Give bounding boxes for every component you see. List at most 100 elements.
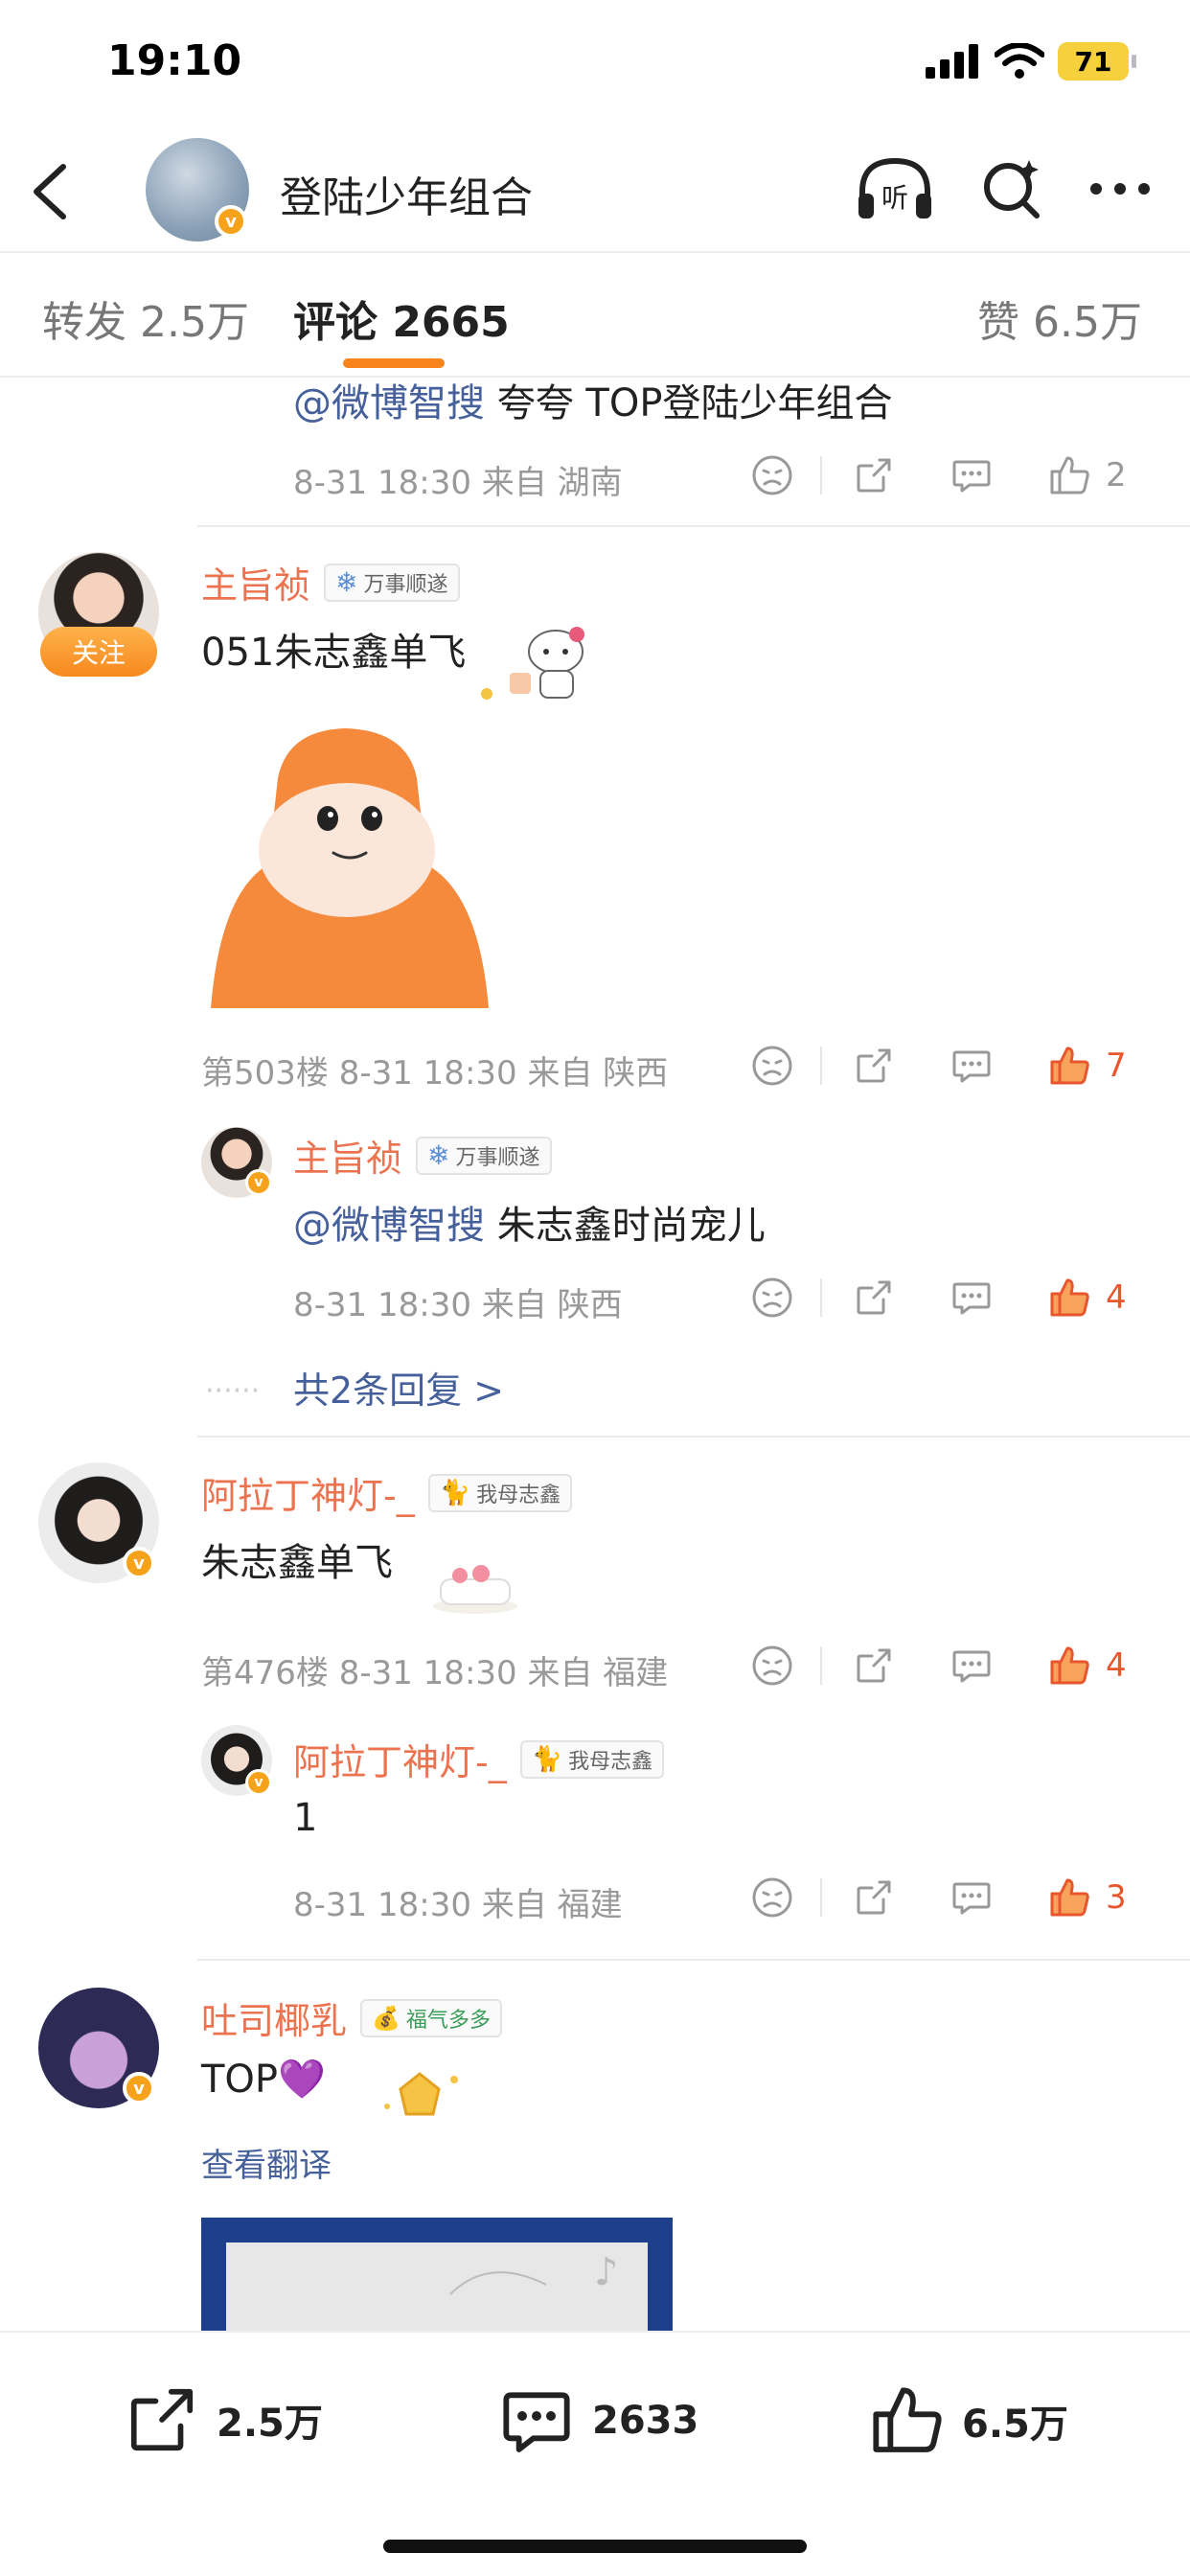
hello-kitty-sticker-icon <box>481 627 584 700</box>
comment-meta: 第503楼 8-31 18:30 来自 陕西 <box>201 1054 669 1092</box>
smart-search-icon[interactable] <box>981 158 1042 219</box>
fan-badge[interactable]: 💰 福气多多 <box>360 1998 502 2037</box>
verified-badge-icon: v <box>245 1169 272 1196</box>
commenter-name[interactable]: 阿拉丁神灯-_ <box>201 1466 415 1519</box>
comment-actions: 4 <box>749 1643 1127 1689</box>
verified-badge-icon: v <box>245 1769 272 1796</box>
comment-icon[interactable] <box>949 1043 995 1089</box>
repost-count: 2.5万 <box>217 2402 323 2446</box>
comment-icon <box>503 2392 570 2452</box>
reply-text: @微博智搜 朱志鑫时尚宠儿 <box>293 1194 766 1250</box>
view-translation-link[interactable]: 查看翻译 <box>201 2139 332 2186</box>
comment-button[interactable]: 2633 <box>498 2382 698 2459</box>
comment-header: 阿拉丁神灯-_ 🐈 我母志鑫 <box>201 1466 573 1519</box>
commenter-name[interactable]: 吐司椰乳 <box>201 1991 347 2044</box>
nav-bar: v 登陆少年组合 听 <box>0 134 1190 249</box>
comment-image[interactable]: ♪ <box>201 2218 673 2333</box>
active-tab-indicator <box>343 358 445 368</box>
snowflake-icon: ❄ <box>335 566 358 598</box>
commenter-name[interactable]: 主旨祯 <box>201 556 310 609</box>
comment-divider <box>197 1959 1190 1961</box>
wifi-icon <box>995 43 1044 79</box>
reply-body: 夸夸 TOP登陆少年组合 <box>485 381 893 426</box>
repost-button[interactable]: 2.5万 <box>125 2382 323 2457</box>
share-icon[interactable] <box>851 1643 897 1689</box>
status-time: 19:10 <box>107 36 242 85</box>
dislike-face-icon[interactable] <box>749 1643 795 1689</box>
fan-badge[interactable]: ❄ 万事顺遂 <box>324 563 460 602</box>
comment-divider <box>197 525 1190 527</box>
verified-badge-icon: v <box>123 1547 155 1579</box>
action-separator <box>820 1878 822 1917</box>
reply-actions: 2 <box>749 452 1127 498</box>
share-icon[interactable] <box>851 1275 897 1321</box>
dislike-face-icon[interactable] <box>749 1275 795 1321</box>
mention-link[interactable]: @微博智搜 <box>293 1204 485 1248</box>
back-arrow-icon[interactable] <box>29 161 71 222</box>
cellular-signal-icon <box>926 44 978 79</box>
comment-actions: 7 <box>749 1043 1127 1089</box>
comment-icon[interactable] <box>949 1643 995 1689</box>
liked-thumb-icon[interactable] <box>1046 1043 1092 1089</box>
reply-meta: 8-31 18:30 来自 湖南 <box>293 464 623 502</box>
reply-actions: 4 <box>749 1275 1127 1321</box>
like-count: 4 <box>1106 1278 1127 1317</box>
replier-name[interactable]: 主旨祯 <box>293 1129 402 1182</box>
dislike-face-icon[interactable] <box>749 1043 795 1089</box>
battery-indicator: 71 <box>1058 42 1136 80</box>
tab-likes[interactable]: 赞 6.5万 <box>977 288 1142 349</box>
fan-badge-label: 我母志鑫 <box>568 1749 653 1774</box>
dislike-face-icon[interactable] <box>749 1874 795 1920</box>
share-icon[interactable] <box>851 1043 897 1089</box>
account-title[interactable]: 登陆少年组合 <box>280 163 533 224</box>
liked-thumb-icon[interactable] <box>1046 1275 1092 1321</box>
share-icon[interactable] <box>851 1874 897 1920</box>
money-bag-icon: 💰 <box>372 2004 400 2032</box>
cat-icon: 🐈 <box>439 1478 471 1507</box>
share-icon[interactable] <box>851 452 897 498</box>
mention-link[interactable]: @微博智搜 <box>293 381 485 426</box>
listen-headphones-icon[interactable]: 听 <box>855 155 935 222</box>
like-count: 2 <box>1106 456 1127 494</box>
home-indicator <box>383 2540 807 2553</box>
sparkle-crown-sticker-icon <box>384 2072 458 2116</box>
comment-icon[interactable] <box>949 452 995 498</box>
view-more-replies-link[interactable]: 共2条回复 > <box>293 1361 504 1414</box>
svg-text:♪: ♪ <box>594 2250 619 2294</box>
reply-meta: 8-31 18:30 来自 福建 <box>293 1886 623 1924</box>
reply-text: @微博智搜 夸夸 TOP登陆少年组合 <box>293 372 892 427</box>
liked-thumb-icon[interactable] <box>1046 1874 1092 1920</box>
comment-text: 051朱志鑫单飞 <box>201 631 467 675</box>
tab-bar: 转发 2.5万 评论 2665 赞 6.5万 <box>0 251 1190 376</box>
like-count: 6.5万 <box>962 2403 1068 2447</box>
like-thumb-icon[interactable] <box>1046 452 1092 498</box>
comment-icon[interactable] <box>949 1275 995 1321</box>
replier-name[interactable]: 阿拉丁神灯-_ <box>293 1733 507 1785</box>
reply-header: 阿拉丁神灯-_ 🐈 我母志鑫 <box>293 1733 665 1785</box>
fan-badge[interactable]: 🐈 我母志鑫 <box>427 1473 573 1512</box>
comment-text: 朱志鑫单飞 <box>201 1541 393 1585</box>
dotted-leader: ······ <box>205 1374 261 1408</box>
fan-badge-label: 我母志鑫 <box>476 1483 561 1507</box>
fan-badge[interactable]: ❄ 万事顺遂 <box>416 1136 552 1175</box>
tab-comments[interactable]: 评论 2665 <box>293 288 510 349</box>
comment-header: 吐司椰乳 💰 福气多多 <box>201 1991 502 2044</box>
follow-button[interactable]: 关注 <box>40 627 157 677</box>
like-count: 3 <box>1106 1878 1127 1917</box>
tab-reposts[interactable]: 转发 2.5万 <box>42 288 249 349</box>
reply-actions: 3 <box>749 1874 1127 1920</box>
dislike-face-icon[interactable] <box>749 452 795 498</box>
fan-badge-label: 万事顺遂 <box>363 572 448 597</box>
comment-icon[interactable] <box>949 1874 995 1920</box>
status-icons: 71 <box>926 42 1136 80</box>
action-separator <box>820 1046 822 1085</box>
svg-text:听: 听 <box>881 182 908 214</box>
like-thumb-icon <box>873 2387 942 2452</box>
liked-thumb-icon[interactable] <box>1046 1643 1092 1689</box>
fan-badge[interactable]: 🐈 我母志鑫 <box>519 1739 665 1779</box>
comment-header: 主旨祯 ❄ 万事顺遂 <box>201 556 460 609</box>
reply-header: 主旨祯 ❄ 万事顺遂 <box>293 1129 552 1182</box>
more-options-icon[interactable] <box>1088 181 1152 196</box>
action-separator <box>820 1278 822 1317</box>
like-button[interactable]: 6.5万 <box>868 2382 1068 2459</box>
